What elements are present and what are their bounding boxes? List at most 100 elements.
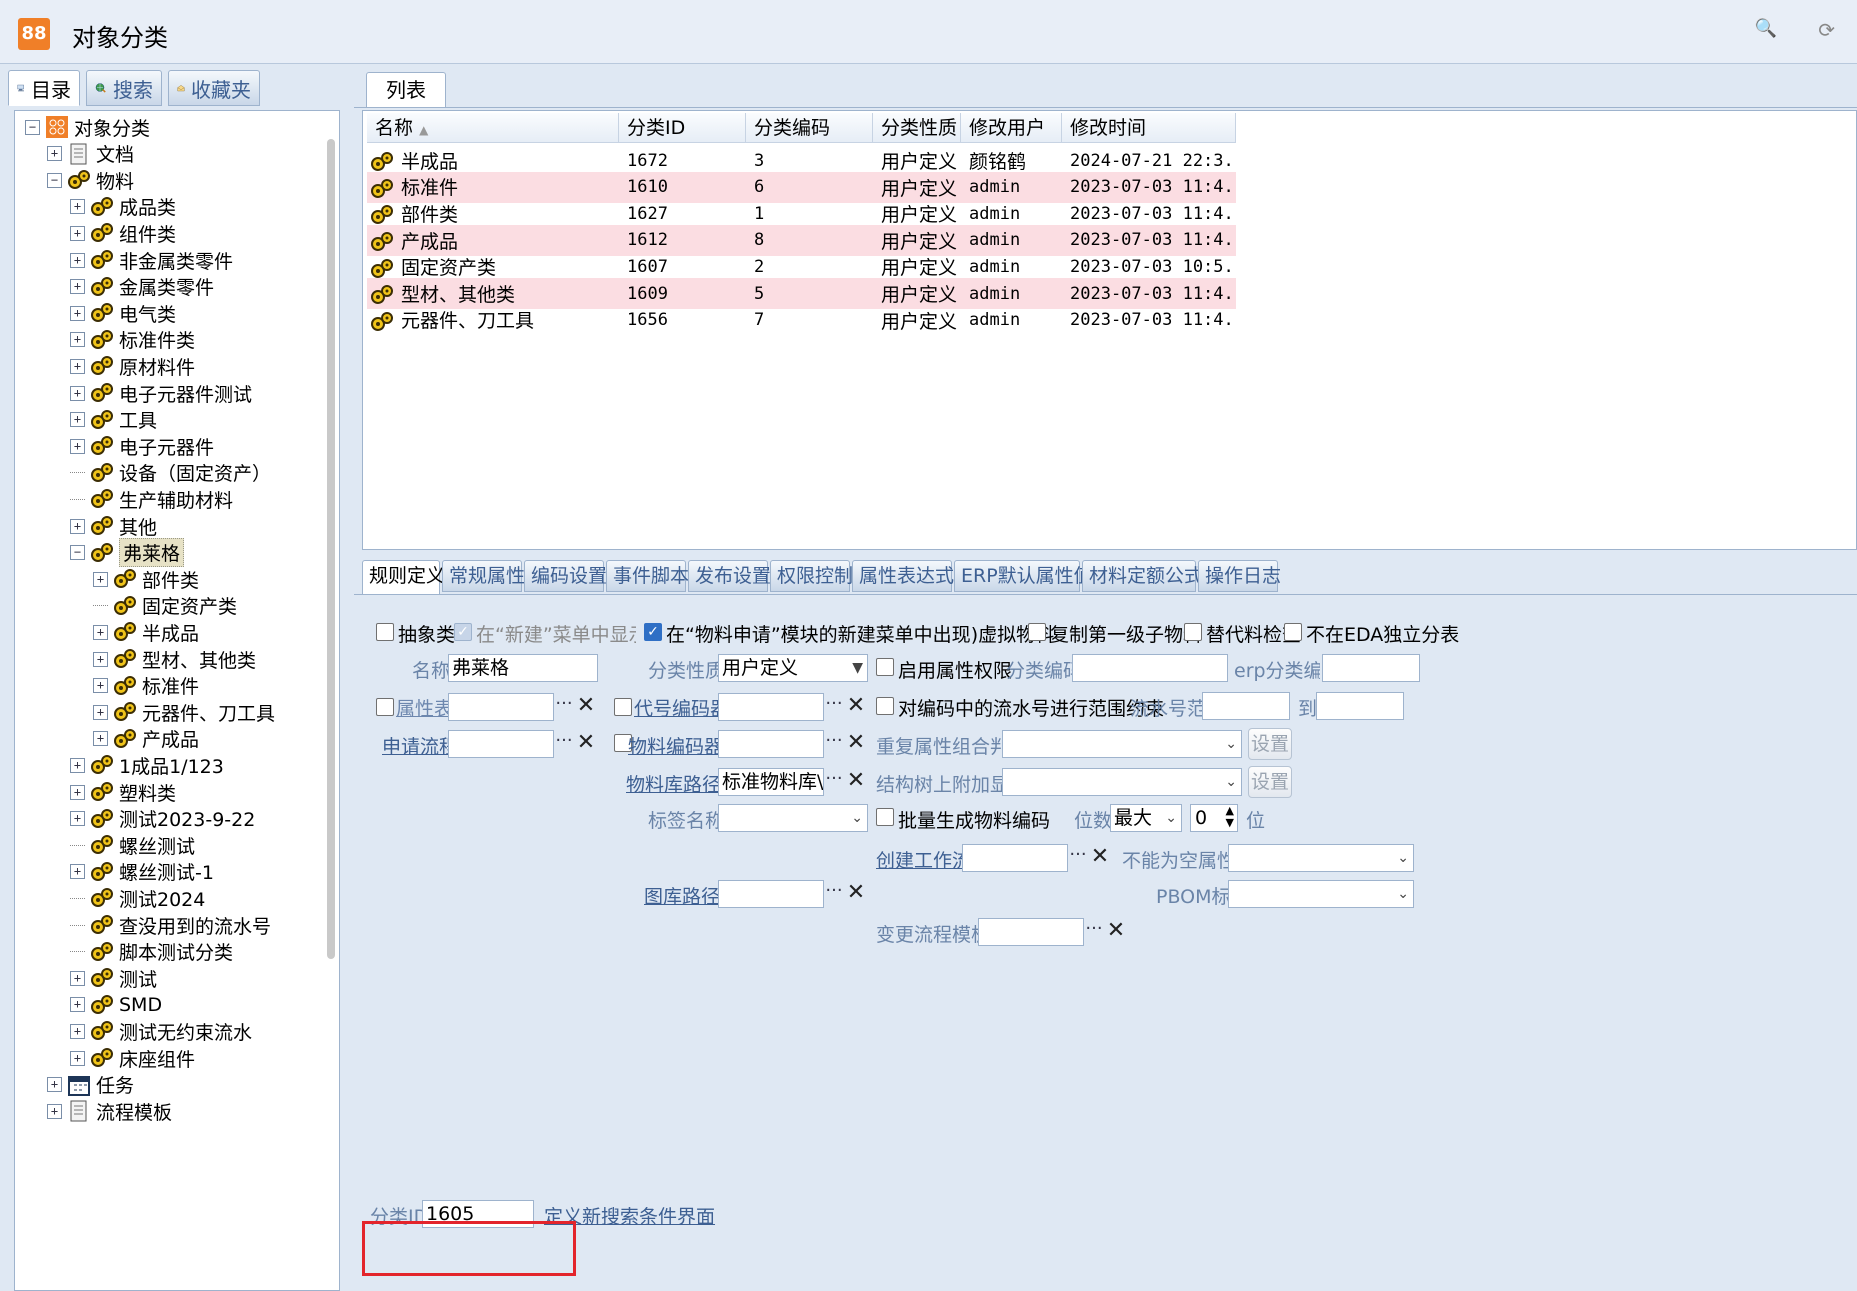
tree-node[interactable]: 生产辅助材料 — [70, 485, 233, 513]
spinner-arrows-icon[interactable]: ▲ ▼ — [1226, 805, 1234, 829]
expand-icon[interactable]: + — [70, 811, 85, 827]
not-eda-checkbox[interactable] — [1284, 623, 1302, 641]
not-null-select[interactable]: ⌄ — [1228, 844, 1414, 872]
tree-scrollbar[interactable] — [327, 139, 335, 959]
digits-spinner[interactable]: 0 ▲ ▼ — [1190, 804, 1238, 832]
tab-favorites[interactable]: 收藏夹 — [168, 70, 260, 106]
tree-node[interactable]: + SMD — [70, 991, 162, 1019]
attr-table-link[interactable]: 属性表 — [396, 694, 453, 721]
category-tree[interactable]: − 对象分类 + 文档 − 物料 + 成品类 + 组件类 + 非金属类零件 + 金属类零件 + 电气类 + 标准件… — [14, 110, 340, 1291]
expand-icon[interactable]: + — [70, 997, 85, 1013]
expand-icon[interactable]: + — [70, 1023, 85, 1039]
column-header-name[interactable]: 名称 ▲ — [367, 113, 619, 143]
clear-icon[interactable]: ✕ — [844, 693, 868, 721]
material-encoder-field[interactable] — [718, 730, 824, 758]
expand-icon[interactable]: + — [47, 146, 62, 162]
serial-range-from-field[interactable] — [1202, 692, 1290, 720]
expand-icon[interactable]: + — [93, 651, 108, 667]
create-wf-field[interactable] — [962, 844, 1068, 872]
struct-tree-set-button[interactable]: 设置 — [1248, 766, 1292, 798]
refresh-icon[interactable]: ⟳ — [1818, 18, 1835, 42]
show-in-apply-checkbox[interactable]: ✓ — [644, 623, 662, 641]
material-encoder-link[interactable]: 物料编码器 — [628, 732, 723, 759]
browse-button[interactable]: ··· — [552, 693, 576, 721]
collapse-icon[interactable]: − — [47, 172, 62, 188]
expand-icon[interactable]: + — [70, 385, 85, 401]
tree-node[interactable]: + 非金属类零件 — [70, 246, 233, 274]
attr-table-field[interactable] — [448, 693, 554, 721]
browse-button[interactable]: ··· — [822, 730, 846, 758]
expand-icon[interactable]: + — [47, 1077, 62, 1093]
column-header-code[interactable]: 分类编码 — [746, 113, 873, 143]
lib-path-link[interactable]: 物料库路径 — [626, 770, 721, 797]
tree-node[interactable]: 脚本测试分类 — [70, 938, 233, 966]
abstract-checkbox[interactable] — [376, 623, 394, 641]
name-field[interactable]: 弗莱格 — [448, 654, 598, 682]
clear-icon[interactable]: ✕ — [574, 730, 598, 758]
tree-node[interactable]: − 弗莱格 — [70, 538, 185, 568]
code-encoder-field[interactable] — [718, 693, 824, 721]
tree-node[interactable]: + 其他 — [70, 512, 157, 540]
expand-icon[interactable]: + — [70, 279, 85, 295]
expand-icon[interactable]: + — [70, 305, 85, 321]
browse-button[interactable]: ··· — [1066, 844, 1090, 872]
expand-icon[interactable]: + — [70, 438, 85, 454]
tree-node[interactable]: + 原材料件 — [70, 352, 195, 380]
tree-node[interactable]: 测试2024 — [70, 884, 205, 912]
clear-icon[interactable]: ✕ — [1088, 844, 1112, 872]
tree-node[interactable]: + 文档 — [47, 140, 134, 168]
tab-search[interactable]: 搜索 — [86, 70, 162, 106]
tab-detail[interactable]: 权限控制 — [770, 560, 853, 592]
tree-node[interactable]: + 测试无约束流水 — [70, 1017, 252, 1045]
tree-node[interactable]: + 元器件、刀工具 — [93, 698, 275, 726]
tab-detail[interactable]: 编码设置 — [524, 560, 607, 592]
expand-icon[interactable]: + — [70, 1050, 85, 1066]
expand-icon[interactable]: + — [93, 678, 108, 694]
expand-icon[interactable]: + — [70, 252, 85, 268]
tree-node[interactable]: + 标准件类 — [70, 326, 195, 354]
tab-detail[interactable]: 属性表达式 — [852, 560, 954, 592]
tree-node[interactable]: + 成品类 — [70, 193, 176, 221]
substitute-checkbox[interactable] — [1184, 623, 1202, 641]
tab-detail[interactable]: 材料定额公式 — [1082, 560, 1203, 592]
tab-directory[interactable]: 目录 — [8, 70, 80, 106]
tree-node[interactable]: + 组件类 — [70, 219, 176, 247]
struct-tree-select[interactable]: ⌄ — [1002, 768, 1242, 796]
column-header-user[interactable]: 修改用户 — [961, 113, 1062, 143]
tree-node[interactable]: + 电子元器件测试 — [70, 379, 252, 407]
change-flow-field[interactable] — [978, 918, 1084, 946]
class-code-field[interactable] — [1072, 654, 1228, 682]
tree-node[interactable]: 螺丝测试 — [70, 831, 195, 859]
code-encoder-link[interactable]: 代号编码器 — [634, 694, 729, 721]
tree-node[interactable]: + 金属类零件 — [70, 273, 214, 301]
expand-icon[interactable]: + — [70, 757, 85, 773]
expand-icon[interactable]: + — [70, 225, 85, 241]
tab-detail[interactable]: ERP默认属性值 — [954, 560, 1093, 592]
tree-node[interactable]: + 任务 — [47, 1071, 134, 1099]
tree-node[interactable]: + 电气类 — [70, 299, 176, 327]
range-constraint-checkbox[interactable] — [876, 697, 894, 715]
drawing-path-link[interactable]: 图库路径 — [644, 882, 720, 909]
tree-node[interactable]: 固定资产类 — [93, 592, 237, 620]
serial-range-to-field[interactable] — [1316, 692, 1404, 720]
tab-detail[interactable]: 操作日志 — [1198, 560, 1281, 592]
browse-button[interactable]: ··· — [822, 880, 846, 908]
batch-gen-checkbox[interactable] — [876, 808, 894, 826]
clear-icon[interactable]: ✕ — [844, 880, 868, 908]
browse-button[interactable]: ··· — [552, 730, 576, 758]
expand-icon[interactable]: + — [93, 704, 108, 720]
tree-node[interactable]: + 产成品 — [93, 725, 199, 753]
expand-icon[interactable]: + — [47, 1103, 62, 1119]
tree-node[interactable]: + 床座组件 — [70, 1044, 195, 1072]
column-header-nature[interactable]: 分类性质 — [873, 113, 961, 143]
tree-node[interactable]: + 螺丝测试-1 — [70, 858, 214, 886]
expand-icon[interactable]: + — [70, 970, 85, 986]
drawing-path-field[interactable] — [718, 880, 824, 908]
browse-button[interactable]: ··· — [1082, 918, 1106, 946]
tree-node[interactable]: 设备（固定资产） — [70, 459, 271, 487]
create-wf-link[interactable]: 创建工作流 — [876, 846, 971, 873]
tree-node[interactable]: 查没用到的流水号 — [70, 911, 271, 939]
search-icon[interactable]: 🔍 — [1755, 18, 1777, 39]
pbom-select[interactable]: ⌄ — [1228, 880, 1414, 908]
tree-node[interactable]: + 型材、其他类 — [93, 645, 256, 673]
